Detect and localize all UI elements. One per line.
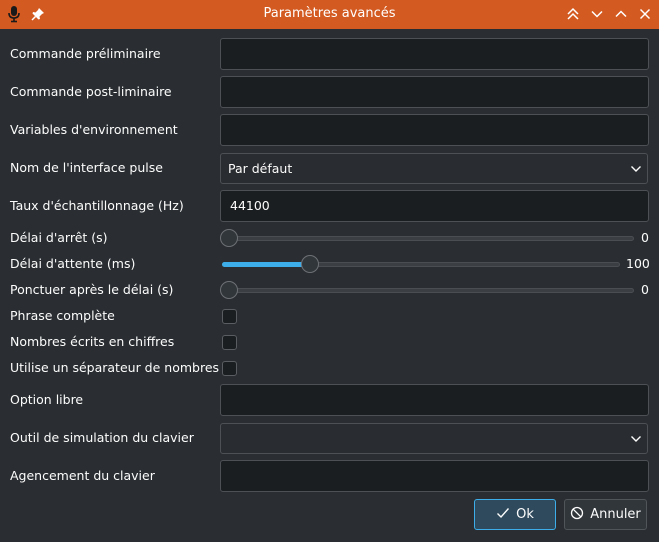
close-icon[interactable] — [634, 3, 656, 25]
chevron-down-icon[interactable] — [586, 3, 608, 25]
punctuate-delay-label: Ponctuer après le délai (s) — [10, 282, 174, 297]
env-vars-label: Variables d'environnement — [10, 122, 178, 137]
stop-delay-value: 0 — [641, 230, 649, 245]
numbers-digits-checkbox[interactable] — [222, 335, 237, 350]
double-chevron-up-icon[interactable] — [562, 3, 584, 25]
free-option-input[interactable] — [220, 384, 649, 416]
punctuate-delay-value: 0 — [641, 282, 649, 297]
pre-command-input[interactable] — [220, 38, 649, 70]
numbers-digits-label: Nombres écrits en chiffres — [10, 334, 175, 349]
pulse-interface-select[interactable]: Par défaut — [220, 153, 648, 184]
keyboard-layout-input[interactable] — [220, 460, 649, 492]
stop-delay-label: Délai d'arrêt (s) — [10, 230, 108, 245]
full-sentence-label: Phrase complète — [10, 308, 115, 323]
sample-rate-value: 44100 — [230, 198, 270, 213]
keyboard-tool-select[interactable] — [220, 423, 648, 454]
sample-rate-input[interactable]: 44100 — [220, 190, 649, 222]
stop-delay-slider[interactable] — [220, 228, 636, 248]
post-command-label: Commande post-liminaire — [10, 84, 172, 99]
chevron-down-icon — [630, 163, 642, 178]
cancel-button-label: Annuler — [590, 507, 641, 522]
chevron-up-icon[interactable] — [610, 3, 632, 25]
wait-delay-slider[interactable] — [220, 254, 622, 274]
keyboard-tool-label: Outil de simulation du clavier — [10, 430, 194, 445]
free-option-label: Option libre — [10, 392, 84, 407]
wait-delay-label: Délai d'attente (ms) — [10, 256, 136, 271]
number-separator-label: Utilise un séparateur de nombres — [10, 360, 220, 375]
slider-fill — [222, 262, 312, 267]
full-sentence-checkbox[interactable] — [222, 309, 237, 324]
cancel-button[interactable]: Annuler — [564, 499, 647, 530]
cancel-icon — [570, 506, 584, 524]
slider-handle[interactable] — [220, 281, 238, 299]
checkmark-icon — [496, 507, 510, 523]
wait-delay-value: 100 — [626, 256, 650, 271]
title-bar[interactable]: Paramètres avancés — [0, 0, 659, 29]
env-vars-input[interactable] — [220, 114, 649, 146]
window-title: Paramètres avancés — [263, 6, 396, 21]
slider-groove — [222, 288, 634, 293]
slider-handle[interactable] — [300, 255, 319, 273]
slider-groove — [222, 236, 634, 241]
ok-button[interactable]: Ok — [474, 499, 556, 530]
chevron-down-icon — [630, 433, 642, 448]
pre-command-label: Commande préliminaire — [10, 46, 161, 61]
number-separator-checkbox[interactable] — [222, 361, 237, 376]
pulse-interface-value: Par défaut — [228, 161, 293, 176]
ok-button-label: Ok — [516, 507, 534, 522]
post-command-input[interactable] — [220, 76, 649, 108]
slider-handle[interactable] — [220, 229, 238, 247]
sample-rate-label: Taux d'échantillonnage (Hz) — [10, 198, 184, 213]
keyboard-layout-label: Agencement du clavier — [10, 468, 155, 483]
punctuate-delay-slider[interactable] — [220, 280, 636, 300]
pulse-interface-label: Nom de l'interface pulse — [10, 160, 163, 175]
